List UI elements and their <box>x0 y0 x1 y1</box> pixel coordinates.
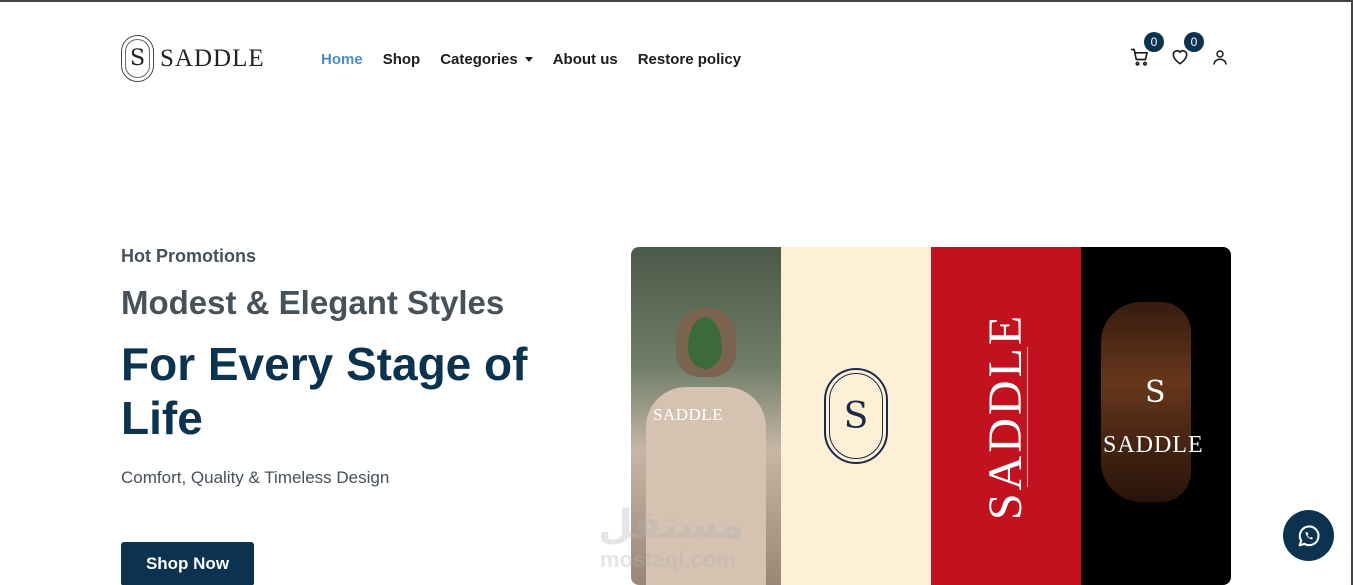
panel4-logo-letter: S <box>1145 375 1166 410</box>
hero-subtitle: Comfort, Quality & Timeless Design <box>121 468 390 487</box>
site-header: S SADDLE Home Shop Categories About us R… <box>0 2 1351 117</box>
nav-item-about[interactable]: About us <box>553 51 618 68</box>
caret-down-icon <box>524 57 533 62</box>
watermark-arabic: مستقل <box>598 503 745 547</box>
hero-section: Hot Promotions Modest & Elegant Styles F… <box>121 246 601 585</box>
nav-item-shop[interactable]: Shop <box>383 51 421 68</box>
logo-text: SADDLE <box>160 44 265 72</box>
hero-kicker: Hot Promotions <box>121 246 256 266</box>
main-nav: Home Shop Categories About us Restore po… <box>321 51 741 68</box>
vertical-rule <box>1027 347 1028 487</box>
logo-mark-letter: S <box>125 39 150 78</box>
cart-button[interactable]: 0 <box>1130 32 1164 68</box>
cart-count-badge: 0 <box>1144 32 1164 52</box>
vertical-brand-text: SADDLE <box>979 312 1033 520</box>
logo-mark: S <box>121 35 154 82</box>
banner-panel-red: SADDLE <box>931 247 1081 585</box>
panel4-brand-mark: SADDLE <box>1103 432 1204 458</box>
hero-title: For Every Stage of Life <box>121 338 528 444</box>
banner-panel-horse: S SADDLE <box>1081 247 1231 585</box>
logo-oval-letter: S <box>829 373 883 459</box>
wishlist-count-badge: 0 <box>1184 32 1204 52</box>
user-icon <box>1213 50 1227 65</box>
whatsapp-button[interactable] <box>1283 510 1334 561</box>
hero-headline: Modest & Elegant Styles <box>121 284 505 321</box>
panel1-brand-mark: SADDLE <box>653 405 724 424</box>
nav-item-categories-label: Categories <box>440 51 518 68</box>
wishlist-button[interactable]: 0 <box>1170 32 1204 68</box>
logo-oval: S <box>824 368 888 464</box>
brand-logo[interactable]: S SADDLE <box>121 35 265 82</box>
watermark-latin: mostaql.com <box>600 547 736 572</box>
shop-now-button[interactable]: Shop Now <box>121 542 254 585</box>
nav-item-categories[interactable]: Categories <box>440 51 533 68</box>
nav-item-home[interactable]: Home <box>321 51 363 68</box>
banner-panel-logo: S <box>781 247 931 585</box>
account-button[interactable] <box>1210 46 1230 68</box>
whatsapp-icon <box>1298 524 1320 546</box>
nav-item-restore-policy[interactable]: Restore policy <box>638 51 741 68</box>
header-icons: 0 0 <box>1130 32 1230 68</box>
